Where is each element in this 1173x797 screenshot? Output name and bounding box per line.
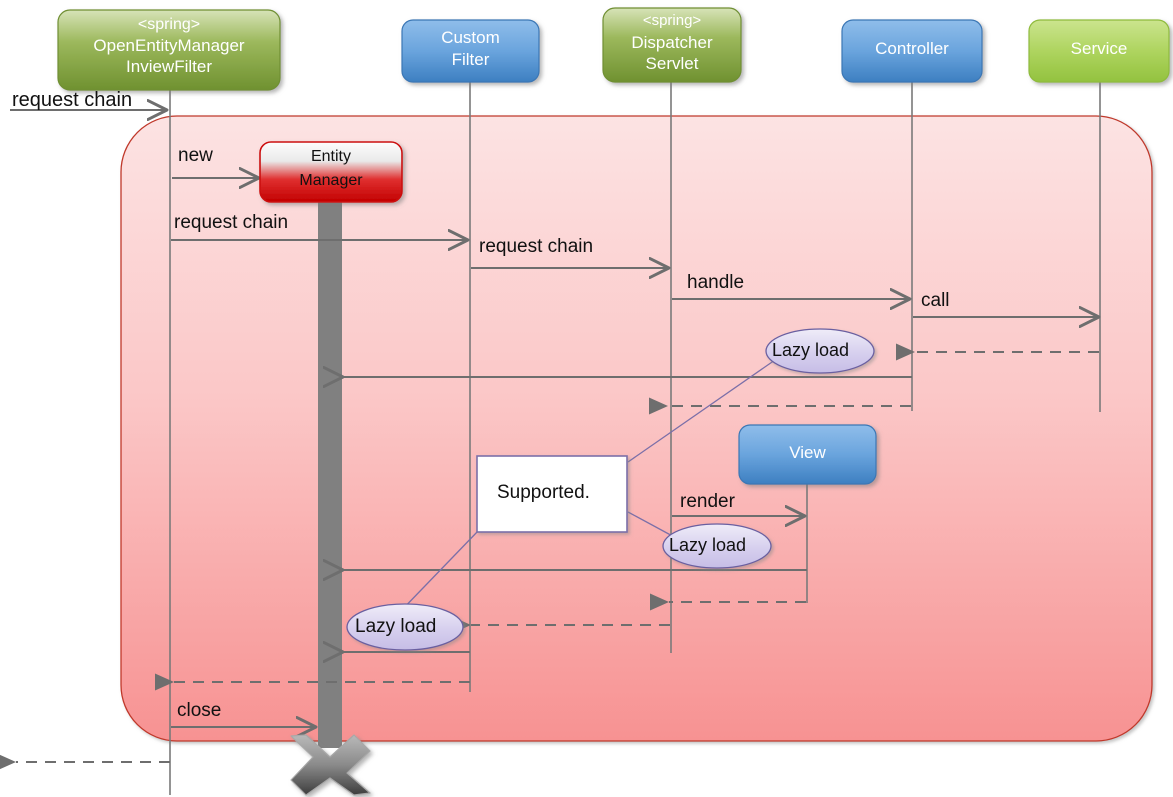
- actor-dispatcher-name-line1: Dispatcher: [631, 33, 713, 52]
- actor-service[interactable]: Service: [1029, 20, 1169, 82]
- object-entity-manager[interactable]: Entity Manager: [260, 142, 402, 202]
- actor-filter[interactable]: <spring> OpenEntityManager InviewFilter: [58, 10, 280, 90]
- object-entity-manager-line2: Manager: [299, 172, 363, 189]
- message-label-new: new: [178, 145, 213, 166]
- note-text-supported: Supported.: [497, 482, 590, 503]
- actor-filter-stereotype: <spring>: [137, 16, 201, 33]
- actor-custom-filter[interactable]: Custom Filter: [402, 20, 539, 82]
- activation-bar-entity-manager: [318, 200, 342, 748]
- lazy-load-label-1: Lazy load: [772, 340, 850, 360]
- message-label-request-chain-3: request chain: [479, 236, 594, 257]
- message-label-close: close: [177, 700, 222, 721]
- message-label-render: render: [680, 491, 735, 512]
- message-label-request-chain-2: request chain: [174, 212, 289, 233]
- diagram-vector-layer: [0, 7, 1170, 796]
- lazy-load-label-3: Lazy load: [355, 616, 437, 637]
- actor-service-name: Service: [1070, 39, 1128, 58]
- message-label-call: call: [921, 290, 950, 311]
- actor-custom-filter-name-line1: Custom: [441, 28, 500, 47]
- message-label-request-chain-1: request chain: [12, 89, 133, 111]
- message-label-handle: handle: [687, 272, 745, 293]
- sequence-diagram-canvas: <spring> OpenEntityManager InviewFilter …: [0, 0, 1173, 797]
- lazy-load-label-2: Lazy load: [669, 535, 747, 555]
- actor-filter-name-line2: InviewFilter: [126, 57, 212, 76]
- object-view[interactable]: View: [739, 425, 876, 484]
- actor-filter-name-line1: OpenEntityManager: [93, 36, 245, 55]
- object-view-name: View: [789, 443, 826, 462]
- actor-controller-name: Controller: [875, 39, 949, 58]
- object-entity-manager-line1: Entity: [310, 148, 351, 165]
- actor-custom-filter-name-line2: Filter: [451, 50, 490, 69]
- open-session-in-view-region: [120, 115, 1153, 742]
- actor-controller[interactable]: Controller: [842, 20, 982, 82]
- actor-dispatcher-stereotype: <spring>: [642, 12, 702, 29]
- actor-dispatcher-name-line2: Servlet: [645, 54, 699, 73]
- actor-dispatcher-servlet[interactable]: <spring> Dispatcher Servlet: [603, 8, 741, 82]
